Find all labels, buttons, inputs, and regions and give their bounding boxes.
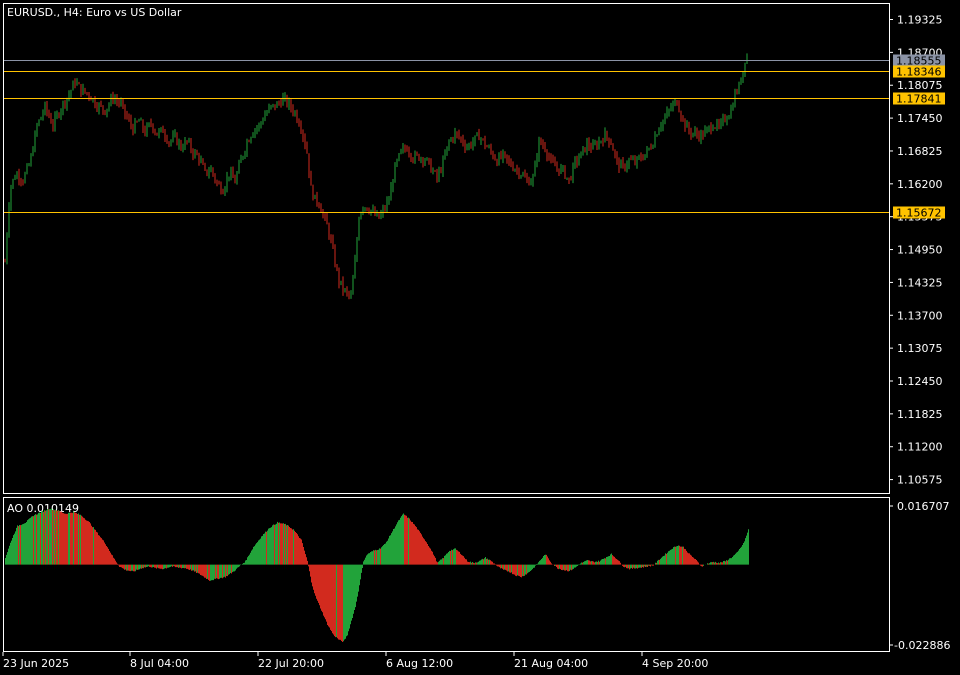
time-tick-label: 22 Jul 20:00 xyxy=(258,657,324,670)
time-tick-label: 8 Jul 04:00 xyxy=(130,657,189,670)
price-tick-label: 1.11200 xyxy=(897,441,943,454)
price-tick-label: 1.17450 xyxy=(897,112,943,125)
ao-indicator-panel[interactable] xyxy=(3,497,890,652)
price-tick-label: 1.11825 xyxy=(897,408,943,421)
price-tick-label: 1.13700 xyxy=(897,309,943,322)
price-tick-label: 1.18075 xyxy=(897,79,943,92)
price-tick-label: 1.16825 xyxy=(897,145,943,158)
ao-max-label: 0.016707 xyxy=(897,500,950,513)
price-tick-label: 1.16200 xyxy=(897,178,943,191)
time-tick-label: 4 Sep 20:00 xyxy=(642,657,708,670)
price-tick-label: 1.14950 xyxy=(897,244,943,257)
time-axis[interactable]: 23 Jun 2025 8 Jul 04:00 22 Jul 20:00 6 Aug … xyxy=(2,652,708,670)
time-tick-label: 21 Aug 04:00 xyxy=(514,657,588,670)
price-level-tag-label: 1.18346 xyxy=(896,66,942,79)
main-price-panel[interactable] xyxy=(3,3,890,494)
time-tick-label: 23 Jun 2025 xyxy=(3,657,69,670)
time-tick-label: 6 Aug 12:00 xyxy=(386,657,453,670)
price-level-tag-label: 1.17841 xyxy=(896,93,942,106)
chart-canvas[interactable]: EURUSD., H4: Euro vs US Dollar 1.19325 1.… xyxy=(0,0,960,675)
price-axis[interactable]: 1.193251.187001.180751.174501.168251.162… xyxy=(889,14,943,487)
ao-min-label: -0.022886 xyxy=(894,639,950,652)
price-tick-label: 1.10575 xyxy=(897,474,943,487)
price-tick-label: 1.19325 xyxy=(897,14,943,27)
chart-title: EURUSD., H4: Euro vs US Dollar xyxy=(7,6,182,19)
price-tick-label: 1.13075 xyxy=(897,342,943,355)
price-tick-label: 1.12450 xyxy=(897,375,943,388)
price-tick-label: 1.14325 xyxy=(897,276,943,289)
price-level-tag-label: 1.15672 xyxy=(896,207,942,220)
